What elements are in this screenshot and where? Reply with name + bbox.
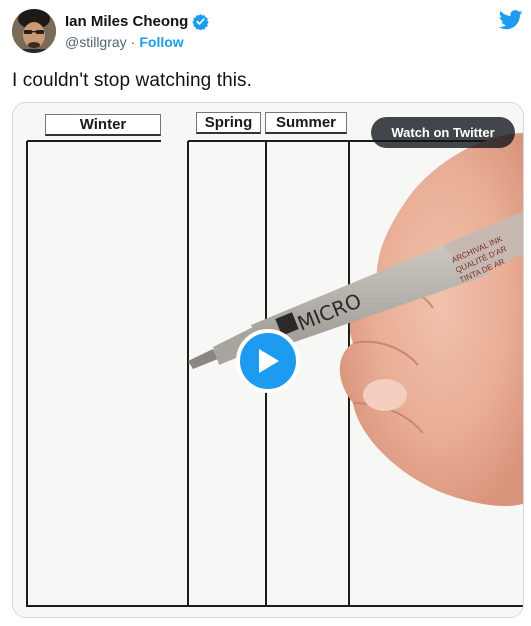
separator-dot: ·: [130, 34, 136, 50]
video-player[interactable]: ARCHIVAL INK QUALITÉ D'AR TINTA DE AR MI…: [12, 102, 524, 618]
column-label-text: Spring: [204, 114, 253, 131]
column-label-text: Summer: [275, 114, 337, 131]
tweet-header: Ian Miles Cheong @stillgray · Follow: [0, 0, 531, 60]
column-label-summer: Summer: [265, 112, 347, 134]
avatar-photo: [12, 9, 56, 53]
play-button[interactable]: [236, 329, 300, 393]
tweet-text: I couldn't stop watching this.: [12, 70, 253, 91]
column-label-winter: Winter: [45, 114, 161, 136]
author-name[interactable]: Ian Miles Cheong: [65, 13, 188, 30]
author-handle[interactable]: @stillgray: [65, 34, 127, 50]
author-name-row: Ian Miles Cheong: [65, 13, 210, 31]
verified-badge-icon: [192, 13, 210, 31]
twitter-bird-icon[interactable]: [498, 10, 523, 30]
author-handle-row: @stillgray · Follow: [65, 34, 184, 50]
avatar[interactable]: [12, 9, 56, 53]
follow-button[interactable]: Follow: [139, 34, 183, 50]
column-label-text: Winter: [79, 116, 127, 133]
column-label-spring: Spring: [196, 112, 261, 134]
play-icon: [259, 349, 279, 373]
watch-on-twitter-button[interactable]: Watch on Twitter: [371, 117, 515, 148]
